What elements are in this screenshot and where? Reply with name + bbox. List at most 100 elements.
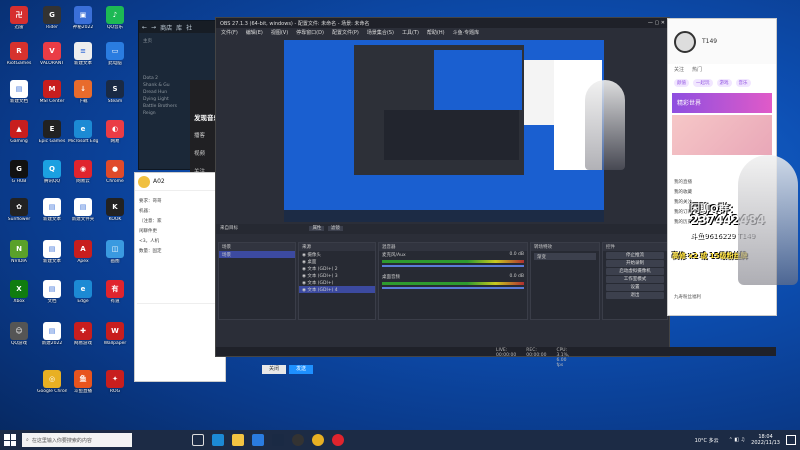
source-item[interactable]: ◉ 桌面 [299,258,375,265]
tray-icons[interactable]: ⌃ ◧ ♫ [729,437,746,443]
douyu-thumb[interactable] [672,115,772,155]
desktop-icon[interactable]: e Microsoft Edge [68,120,98,144]
desktop-icon[interactable]: A Apex [68,240,98,264]
desktop-icon[interactable]: ✚ 网易游戏 [68,322,98,346]
obs-menu-item[interactable]: 文件(F) [221,29,238,36]
obs-menu-item[interactable]: 配置文件(P) [332,29,359,36]
source-item[interactable]: ◉ 文本 (GDI+) 4 [299,286,375,293]
desktop-icon[interactable]: 鱼斗鱼直播 [68,370,98,394]
desktop-icon[interactable]: 有有道 [100,280,130,304]
window-controls[interactable]: — ▢ ✕ [648,20,665,26]
desktop-icon[interactable]: ◫ 画图 [100,240,130,264]
desktop-icon[interactable]: ☺ QQ游戏 [4,322,34,346]
windows-icon[interactable] [4,434,16,446]
file-explorer-icon[interactable] [232,434,244,446]
desktop-icon[interactable]: ✿ Sunflower [4,198,34,222]
douyu-item[interactable]: 我的收藏 [674,187,692,197]
desktop-icon[interactable]: S Steam [100,80,130,104]
douyu-footer[interactable]: 九寿粉丝福利 [674,294,701,300]
desktop-icon[interactable]: ▲ Gaming [4,120,34,144]
notification-icon[interactable] [786,435,796,445]
edge-icon[interactable] [212,434,224,446]
volume-slider[interactable] [382,265,524,267]
desktop-icon[interactable]: e Edge [68,280,98,304]
desktop-icon[interactable]: G Rider [37,6,67,30]
chat-close-button[interactable]: 关闭 [262,365,286,374]
desktop-icon[interactable]: X Xbox [4,280,34,304]
source-item[interactable]: ◉ 文本 (GDI+) [299,279,375,286]
steam-home[interactable]: 主页 [139,37,215,45]
control-button[interactable]: 工作室模式 [606,276,664,283]
filters-button[interactable]: 滤镜 [327,226,343,231]
desktop-icon[interactable]: ● Chrome [100,160,130,184]
chat-send-button[interactable]: 发送 [289,365,313,374]
store-icon[interactable] [252,434,264,446]
desktop-icon[interactable]: W Wallpaper [100,322,130,346]
desktop-icon[interactable]: GG HUB [4,160,34,184]
chat-input[interactable] [137,303,223,353]
forward-icon[interactable]: → [151,24,156,31]
task-view-icon[interactable] [192,434,204,446]
properties-button[interactable]: 属性 [309,226,325,231]
obs-menu-item[interactable]: 帮助(H) [427,29,445,36]
control-button[interactable]: 开始录制 [606,260,664,267]
control-button[interactable]: 启动虚拟摄像机 [606,268,664,275]
control-button[interactable]: 设置 [606,284,664,291]
obs-menu-item[interactable]: 停靠窗口(D) [296,29,324,36]
source-item[interactable]: ◉ 摄像头 [299,251,375,258]
douyu-nav-item[interactable]: 热门 [692,66,702,73]
desktop-icon[interactable]: E Epic Games [37,120,67,144]
douyu-chip[interactable]: 音乐 [735,79,751,87]
desktop-icon[interactable]: 卍迅雷 [4,6,34,30]
chat-window[interactable]: A02 要求：哥哥 机器： （注意：家 闲聊件更 <3。人机 数量：固定 [134,172,226,382]
taskbar-search[interactable]: ⌕ 在这里输入你要搜索的内容 [22,433,132,447]
chrome-icon[interactable] [312,434,324,446]
douyu-nav-item[interactable]: 关注 [674,66,684,73]
obs-preview[interactable] [284,40,604,222]
volume-slider[interactable] [382,287,524,289]
steam-nav-library[interactable]: 库 [176,23,182,32]
desktop-icon[interactable]: N NVIDIA [4,240,34,264]
desktop-icon[interactable]: ◐ 网易 [100,120,130,144]
steam-nav-community[interactable]: 社 [186,23,192,32]
desktop-icon[interactable]: ▭ 此电脑 [100,42,130,66]
transition-select[interactable]: 渐变 [534,253,596,260]
obs-window[interactable]: OBS 27.1.3 (64-bit, windows) - 配置文件: 未命名… [215,17,776,368]
control-button[interactable]: 停止推流 [606,252,664,259]
desktop-icon[interactable]: ▤ 新建文件夹 [68,198,98,222]
desktop-icon[interactable]: ▤ 新建文本 [37,198,67,222]
obs-menu-item[interactable]: 场景集合(S) [367,29,394,36]
weather[interactable]: 10°C 多云 [695,437,719,444]
desktop-icon[interactable]: ≡ 新建文本 [68,42,98,66]
desktop-icon[interactable]: Q 腾讯QQ [37,160,67,184]
netease-icon[interactable] [332,434,344,446]
desktop-icon[interactable]: ↓ 下载 [68,80,98,104]
desktop-icon[interactable]: ♪ QQ音乐 [100,6,130,30]
obs-menu-item[interactable]: 视图(V) [271,29,288,36]
desktop-icon[interactable]: V VALORANT [37,42,67,66]
douyu-banner[interactable]: 精彩世界 [672,93,772,113]
desktop-icon[interactable]: ▤ 新建2022 [37,322,67,346]
douyu-chip[interactable]: 颜值 [674,79,689,87]
steam-nav-store[interactable]: 商店 [160,23,172,32]
desktop-icon[interactable]: ◎Google Chrome [37,370,67,394]
desktop-icon[interactable]: ▤ 文档 [37,280,67,304]
clock[interactable]: 18:04 2022/11/13 [751,434,780,446]
control-button[interactable]: 退出 [606,292,664,299]
douyu-chip[interactable]: 游戏 [716,79,732,87]
desktop-icon[interactable]: ✦ ROG [100,370,130,394]
source-item[interactable]: ◉ 文本 (GDI+) 2 [299,265,375,272]
obs-menu-item[interactable]: 编辑(E) [246,29,263,36]
obs-menu-item[interactable]: 斗鱼·专题库 [453,29,480,36]
obs-menu-item[interactable]: 工具(T) [402,29,419,36]
desktop-icon[interactable]: M MSI Center [37,80,67,104]
desktop-icon[interactable]: R RiotGames [4,42,34,66]
desktop-icon[interactable]: ▤ 新建文档 [4,80,34,104]
desktop-icon[interactable]: K KOOK [100,198,130,222]
scene-item[interactable]: 场景 [219,251,295,258]
steam-icon[interactable] [272,434,284,446]
douyu-chip[interactable]: 一起玩 [693,79,713,87]
source-item[interactable]: ◉ 文本 (GDI+) 3 [299,272,375,279]
obs-icon[interactable] [292,434,304,446]
desktop-icon[interactable]: ▤ 新建文本 [37,240,67,264]
